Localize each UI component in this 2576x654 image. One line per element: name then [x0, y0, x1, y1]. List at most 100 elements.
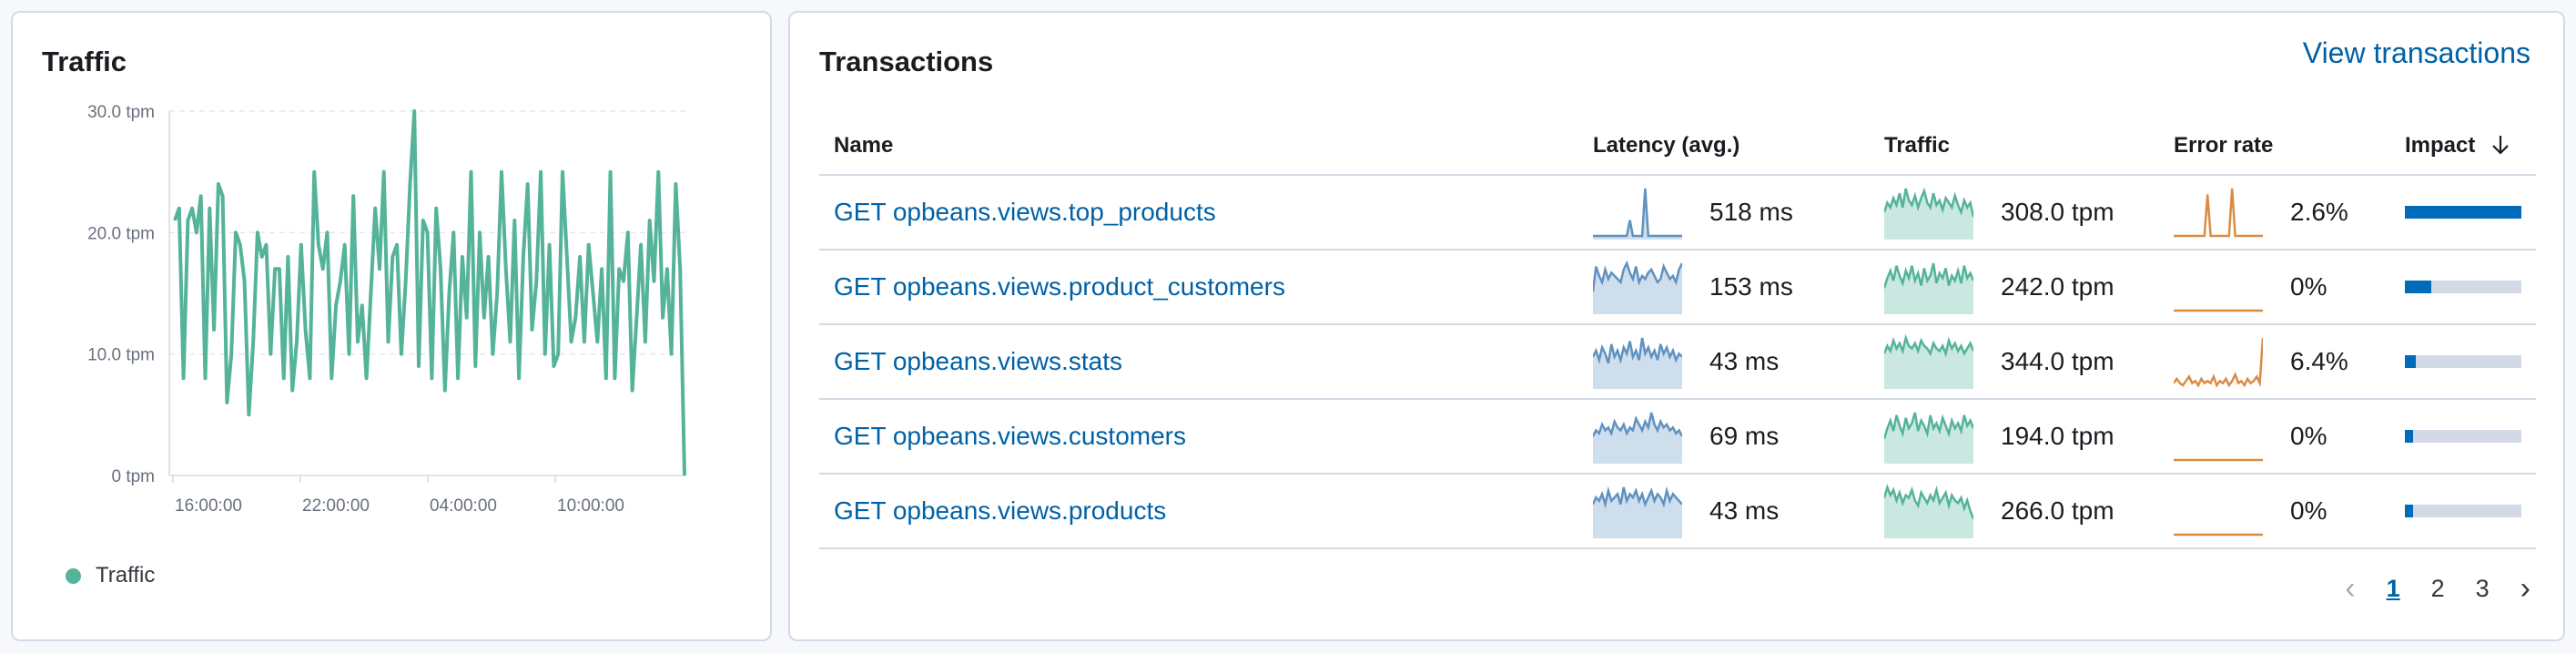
latency-value: 518 ms — [1709, 198, 1793, 226]
transaction-name-link[interactable]: GET opbeans.views.products — [834, 496, 1166, 525]
table-row: GET opbeans.views.stats 43 ms 344.0 tpm 6.4… — [819, 324, 2536, 400]
error-rate-sparkline — [2174, 533, 2263, 536]
error-rate-value: 0% — [2290, 496, 2328, 525]
y-tick-label: 10.0 tpm — [87, 346, 155, 365]
error-rate-value: 2.6% — [2290, 198, 2348, 226]
x-tick-label: 04:00:00 — [430, 496, 497, 516]
table-row: GET opbeans.views.products 43 ms 266.0 tpm… — [819, 474, 2536, 549]
transaction-name-cell: GET opbeans.views.top_products — [819, 175, 1578, 250]
transaction-name-link[interactable]: GET opbeans.views.stats — [834, 347, 1122, 375]
latency-sparkline — [1593, 188, 1682, 240]
error-rate-cell: 0% — [2159, 399, 2390, 475]
transaction-name-cell: GET opbeans.views.stats — [819, 324, 1578, 400]
traffic-value: 242.0 tpm — [2001, 272, 2115, 301]
column-header-error-rate[interactable]: Error rate — [2159, 117, 2390, 176]
impact-bar — [2405, 505, 2521, 517]
impact-bar — [2405, 281, 2521, 293]
legend-label: Traffic — [96, 563, 156, 588]
traffic-panel: 30.0 tpm 20.0 tpm 10.0 tpm 0 tpm 16:00:00 22:… — [11, 11, 772, 641]
latency-sparkline — [1593, 260, 1682, 314]
traffic-chart: 30.0 tpm 20.0 tpm 10.0 tpm 0 tpm 16:00:00 22:… — [87, 103, 686, 516]
impact-header-label: Impact — [2405, 132, 2476, 158]
latency-spark-area — [1593, 189, 1682, 240]
column-header-impact[interactable]: Impact — [2390, 117, 2536, 176]
chevron-right-icon[interactable]: › — [2520, 571, 2530, 607]
traffic-cell: 242.0 tpm — [1870, 250, 2159, 325]
page-1[interactable]: 1 — [2387, 575, 2400, 603]
transaction-name-link[interactable]: GET opbeans.views.product_customers — [834, 272, 1285, 301]
view-transactions-link[interactable]: View transactions — [2303, 36, 2530, 70]
table-row: GET opbeans.views.customers 69 ms 194.0 tp… — [819, 399, 2536, 475]
y-tick-label: 0 tpm — [111, 467, 155, 486]
chevron-left-icon[interactable]: ‹ — [2345, 571, 2355, 607]
latency-spark-line — [1593, 188, 1682, 238]
impact-cell — [2390, 175, 2536, 250]
traffic-sparkline — [1884, 484, 1973, 538]
latency-cell: 69 ms — [1578, 399, 1870, 475]
latency-cell: 518 ms — [1578, 175, 1870, 250]
column-header-name[interactable]: Name — [819, 117, 1578, 176]
latency-cell: 43 ms — [1578, 324, 1870, 400]
column-header-latency[interactable]: Latency (avg.) — [1578, 117, 1870, 176]
impact-cell — [2390, 474, 2536, 549]
impact-fill — [2405, 206, 2521, 219]
latency-cell: 153 ms — [1578, 250, 1870, 325]
transactions-title: Transactions — [819, 46, 994, 77]
legend-dot — [66, 567, 81, 584]
latency-sparkline — [1593, 337, 1682, 389]
traffic-sparkline — [1884, 334, 1973, 389]
error-rate-cell: 6.4% — [2159, 324, 2390, 400]
x-tick-label: 22:00:00 — [302, 496, 370, 516]
traffic-value: 194.0 tpm — [2001, 422, 2115, 450]
traffic-cell: 344.0 tpm — [1870, 324, 2159, 400]
latency-value: 69 ms — [1709, 422, 1780, 450]
latency-value: 153 ms — [1709, 272, 1793, 301]
traffic-cell: 266.0 tpm — [1870, 474, 2159, 549]
traffic-sparkline — [1884, 262, 1973, 314]
traffic-sparkline — [1884, 412, 1973, 464]
latency-cell: 43 ms — [1578, 474, 1870, 549]
traffic-value: 344.0 tpm — [2001, 347, 2115, 375]
traffic-value: 266.0 tpm — [2001, 496, 2115, 525]
table-row: GET opbeans.views.product_customers 153 m… — [819, 250, 2536, 325]
y-tick-label: 20.0 tpm — [87, 224, 155, 243]
traffic-value: 308.0 tpm — [2001, 198, 2115, 226]
error-rate-cell: 2.6% — [2159, 175, 2390, 250]
transaction-name-link[interactable]: GET opbeans.views.top_products — [834, 198, 1216, 226]
page-2[interactable]: 2 — [2431, 575, 2445, 603]
error-rate-sparkline — [2174, 458, 2263, 462]
latency-spark-area — [1593, 338, 1682, 389]
impact-bar — [2405, 355, 2521, 368]
impact-bar — [2405, 430, 2521, 443]
error-rate-sparkline — [2174, 337, 2263, 388]
traffic-title: Traffic — [42, 46, 127, 77]
arrow-down-icon — [2492, 135, 2509, 155]
traffic-cell: 308.0 tpm — [1870, 175, 2159, 250]
latency-value: 43 ms — [1709, 347, 1780, 375]
traffic-sparkline — [1884, 187, 1973, 240]
error-rate-value: 0% — [2290, 272, 2328, 301]
transactions-table: Name Latency (avg.) Traffic Error rate I… — [819, 117, 2536, 549]
column-header-traffic[interactable]: Traffic — [1870, 117, 2159, 176]
transaction-name-cell: GET opbeans.views.product_customers — [819, 250, 1578, 325]
traffic-cell: 194.0 tpm — [1870, 399, 2159, 475]
transaction-name-cell: GET opbeans.views.customers — [819, 399, 1578, 475]
transactions-panel: Transactions View transactions Name Late… — [788, 11, 2565, 641]
impact-fill — [2405, 355, 2416, 368]
x-tick-label: 16:00:00 — [175, 496, 242, 516]
error-rate-value: 6.4% — [2290, 347, 2348, 375]
impact-cell — [2390, 250, 2536, 325]
error-rate-sparkline — [2174, 188, 2263, 238]
transaction-name-link[interactable]: GET opbeans.views.customers — [834, 422, 1186, 450]
latency-value: 43 ms — [1709, 496, 1780, 525]
y-tick-label: 30.0 tpm — [87, 103, 155, 122]
error-spark-line — [2174, 337, 2263, 388]
error-rate-cell: 0% — [2159, 250, 2390, 325]
table-header-row: Name Latency (avg.) Traffic Error rate I… — [819, 117, 2536, 176]
pagination: ‹ 1 2 3 › — [2345, 571, 2530, 607]
traffic-legend[interactable]: Traffic — [66, 563, 155, 588]
page-3[interactable]: 3 — [2476, 575, 2490, 603]
impact-bar — [2405, 206, 2521, 219]
impact-fill — [2405, 430, 2413, 443]
error-rate-cell: 0% — [2159, 474, 2390, 549]
